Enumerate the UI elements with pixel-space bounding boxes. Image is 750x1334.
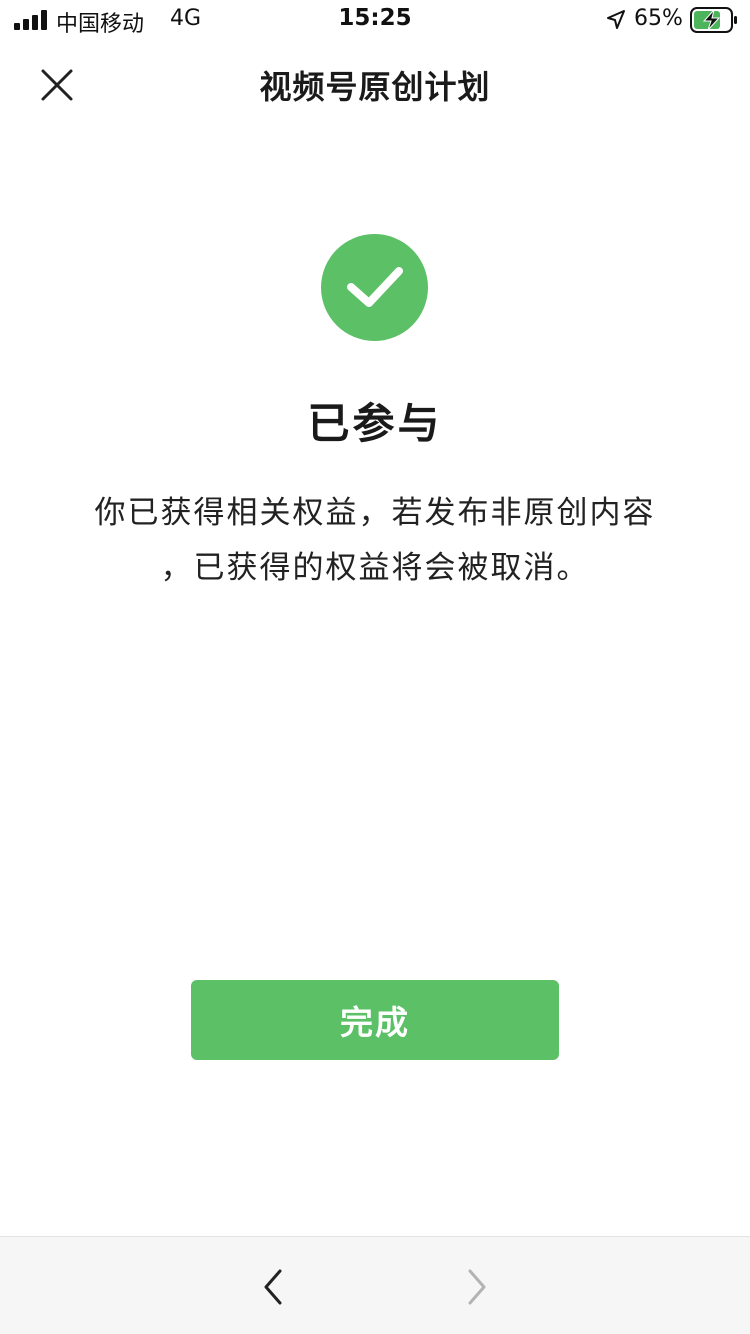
battery-charging-icon: [690, 7, 737, 33]
result-description-line: ，已获得的权益将会被取消。: [160, 550, 590, 586]
battery-percent: 65%: [634, 6, 683, 31]
status-bar: 中国移动 4G 15:25 65%: [0, 0, 750, 40]
nav-bar: 视频号原创计划: [0, 40, 750, 128]
location-icon: [607, 10, 625, 29]
bottom-toolbar: [0, 1236, 750, 1334]
page-title: 视频号原创计划: [259, 68, 491, 106]
chevron-right-icon[interactable]: [460, 1267, 492, 1307]
result-title: 已参与: [307, 399, 443, 448]
chevron-left-icon[interactable]: [258, 1267, 290, 1307]
done-button[interactable]: 完成: [191, 980, 559, 1060]
result-description: 你已获得相关权益，若发布非原创内容 ，已获得的权益将会被取消。: [70, 486, 680, 596]
result-description-line: 你已获得相关权益，若发布非原创内容: [94, 495, 656, 531]
check-circle-icon: [321, 234, 428, 341]
page: 中国移动 4G 15:25 65% 视频号原创计划 已参与 你已获得相关权益，若…: [0, 0, 750, 1334]
